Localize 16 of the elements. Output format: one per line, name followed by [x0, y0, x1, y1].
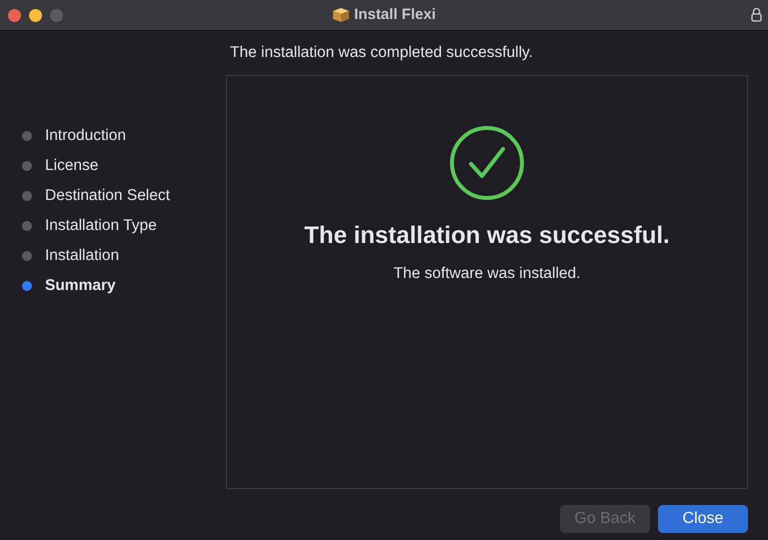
lock-icon — [751, 7, 762, 22]
success-message: The software was installed. — [394, 264, 580, 284]
status-heading: The installation was completed successfully. — [230, 43, 533, 64]
step-label: License — [45, 156, 98, 176]
close-window-icon[interactable] — [8, 9, 21, 22]
success-title: The installation was successful. — [304, 221, 670, 251]
step-label: Introduction — [45, 126, 126, 146]
step-label: Destination Select — [45, 186, 170, 206]
minimize-window-icon[interactable] — [29, 9, 42, 22]
step-label: Installation Type — [45, 216, 157, 236]
step-label: Installation — [45, 246, 120, 266]
step-label: Summary — [45, 276, 116, 296]
checkmark-icon — [448, 124, 526, 202]
close-button[interactable]: Close — [658, 505, 748, 533]
package-icon — [332, 7, 350, 23]
window-title: Install Flexi — [354, 4, 436, 25]
